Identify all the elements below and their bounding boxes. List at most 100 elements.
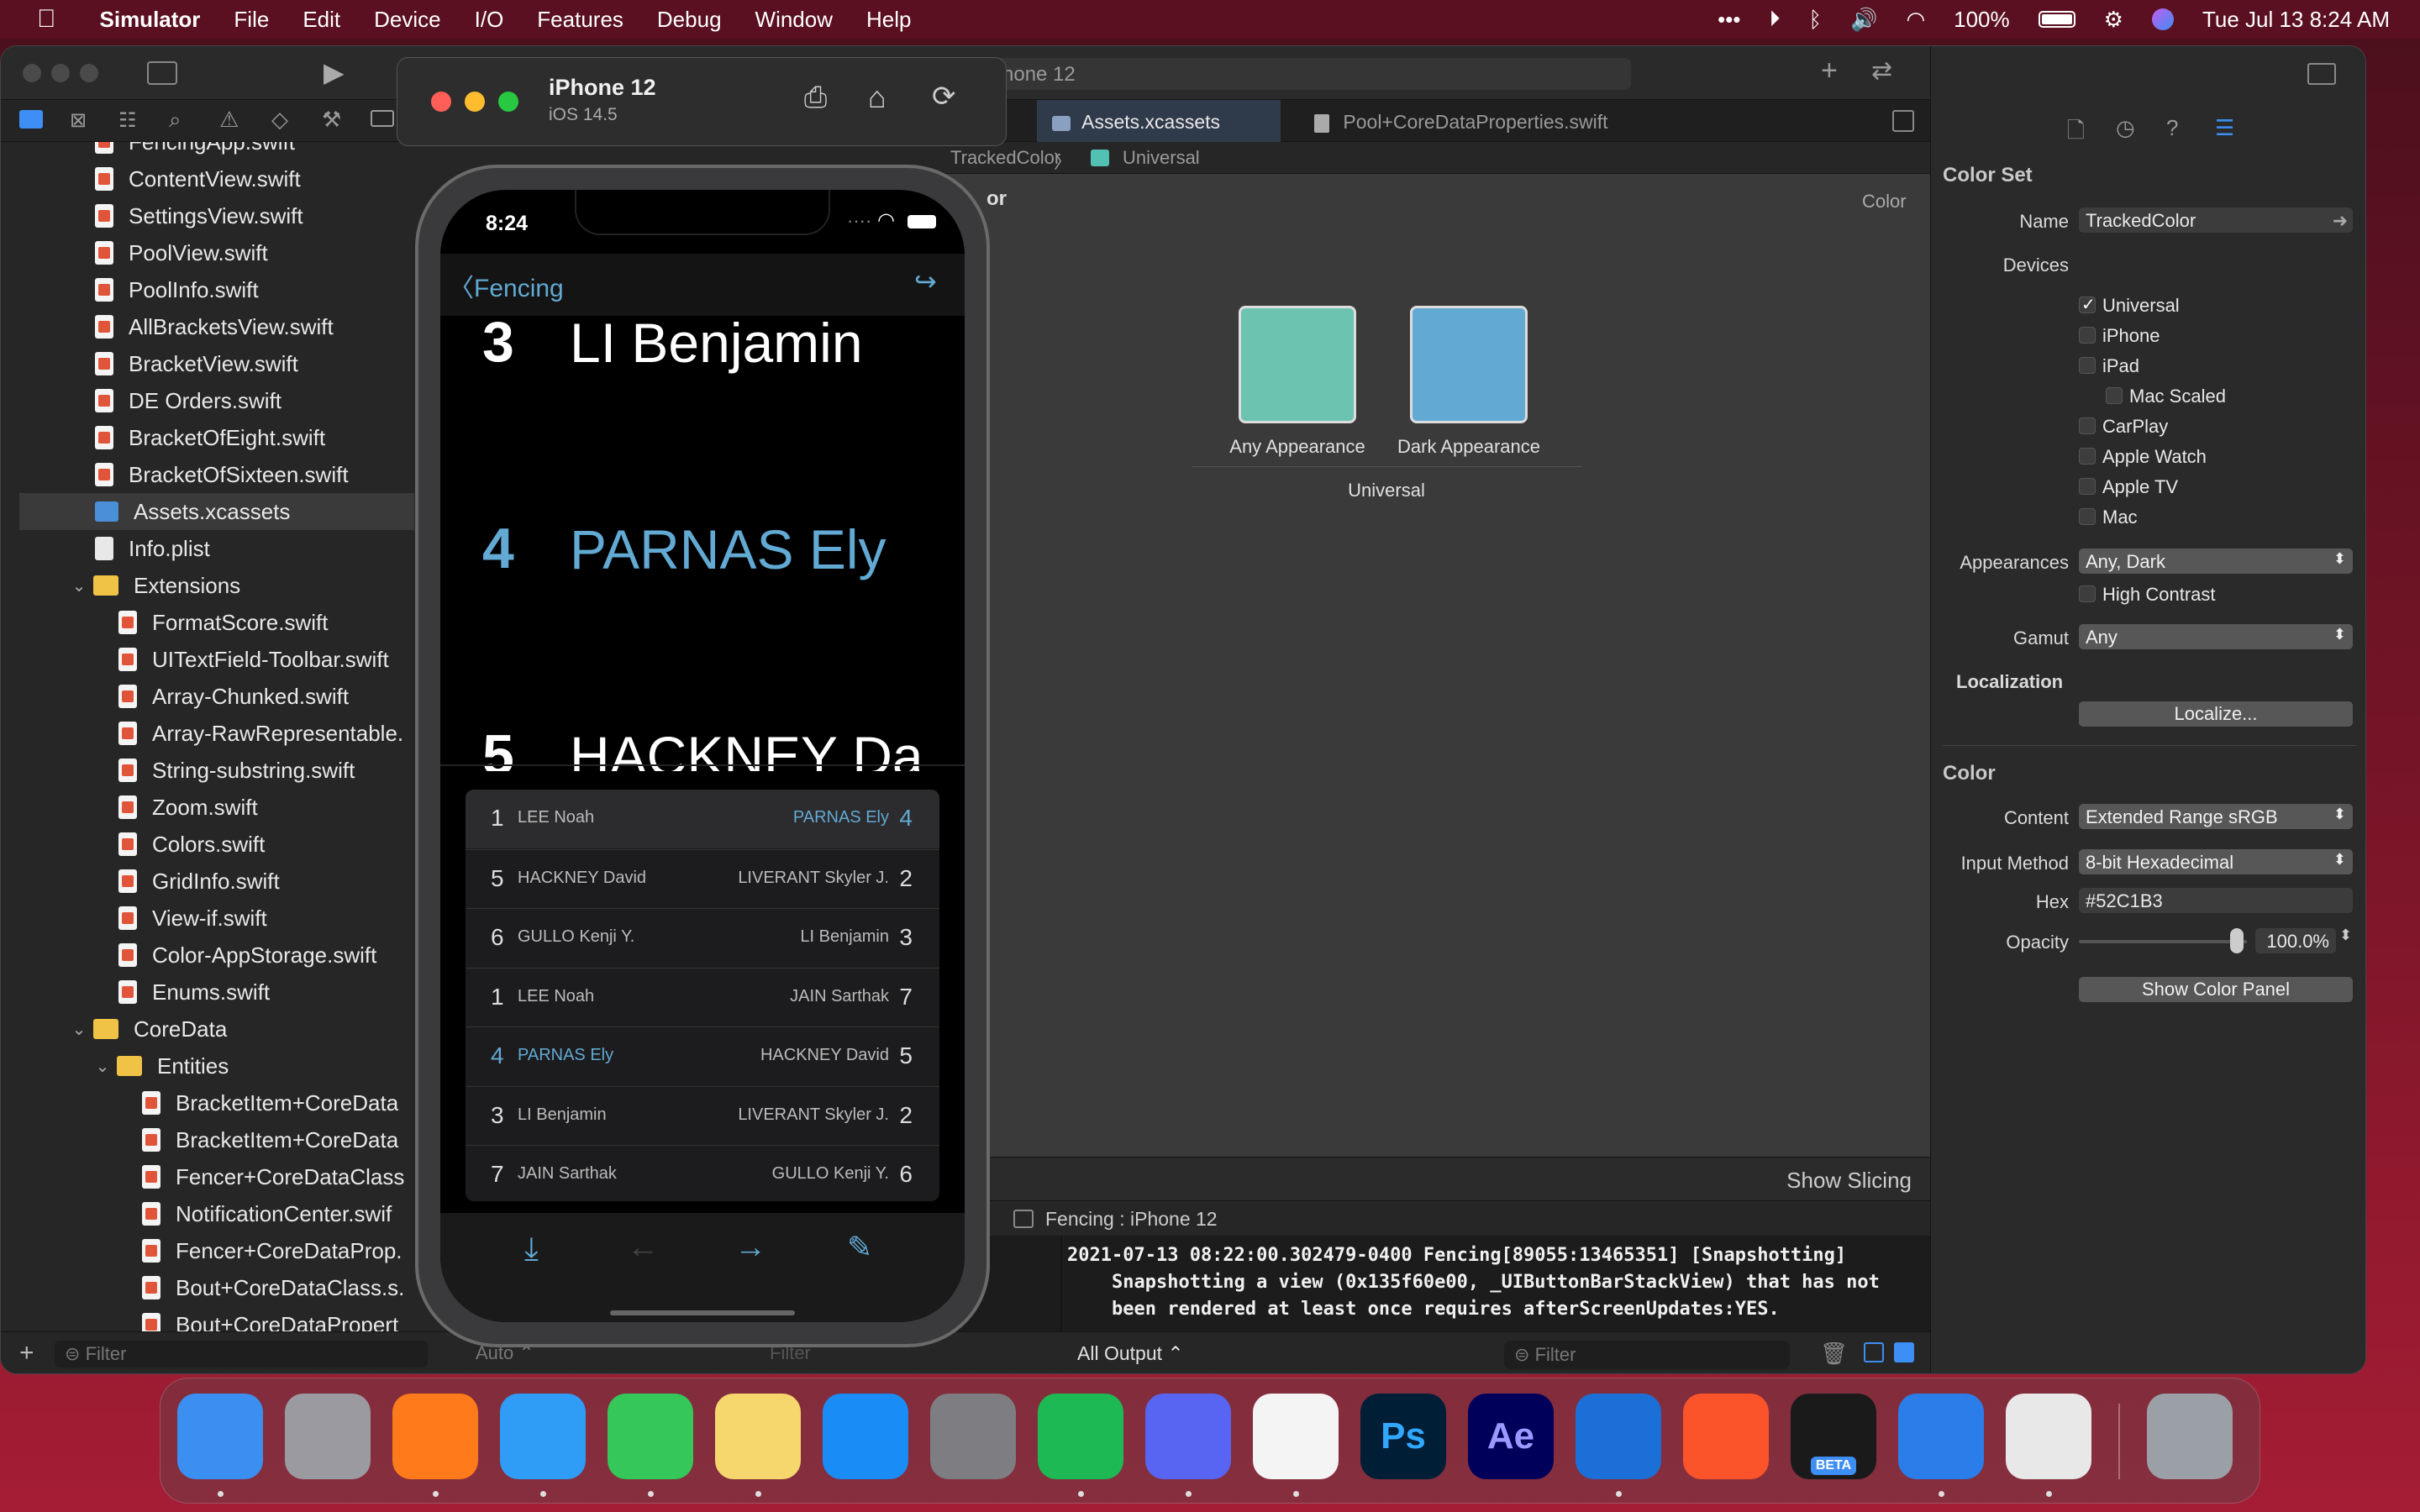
- photoshop-icon[interactable]: Ps: [1360, 1394, 1446, 1479]
- device-checkbox[interactable]: [2079, 417, 2096, 434]
- split-editor-icon[interactable]: [1892, 110, 1914, 132]
- menu-file[interactable]: File: [234, 7, 269, 33]
- file-item[interactable]: Array-RawRepresentable.: [1, 715, 459, 752]
- disclosure-icon[interactable]: ⌄: [71, 1019, 87, 1040]
- swatch-any-appearance[interactable]: [1239, 306, 1356, 423]
- folder-item[interactable]: ⌄ Entities: [1, 1047, 459, 1084]
- disclosure-icon[interactable]: ⌄: [95, 1056, 110, 1077]
- opacity-slider[interactable]: [2079, 940, 2247, 943]
- file-item[interactable]: FormatScore.swift: [1, 604, 459, 641]
- device-checkbox[interactable]: [2079, 357, 2096, 374]
- add-file-icon[interactable]: +: [19, 1339, 34, 1368]
- file-item[interactable]: ContentView.swift: [1, 160, 459, 197]
- close-button[interactable]: [431, 92, 451, 112]
- opacity-slider-thumb[interactable]: [2230, 928, 2244, 953]
- vscode-icon[interactable]: [1253, 1394, 1339, 1479]
- file-item[interactable]: BracketOfEight.swift: [1, 419, 459, 456]
- file-item[interactable]: SettingsView.swift: [1, 197, 459, 234]
- safari-icon[interactable]: [500, 1394, 586, 1479]
- picker-row[interactable]: 5 HACKNEY Da: [440, 706, 965, 771]
- file-item[interactable]: BracketItem+CoreData: [1, 1121, 459, 1158]
- disclosure-icon[interactable]: ⌄: [71, 575, 87, 596]
- bout-row[interactable]: 3 LI Benjamin LIVERANT Skyler J. 2: [466, 1085, 939, 1145]
- add-icon[interactable]: +: [1821, 55, 1838, 87]
- gamut-select[interactable]: Any ⬍: [2079, 624, 2353, 649]
- file-item[interactable]: Info.plist: [1, 530, 459, 567]
- device-checkbox[interactable]: [2079, 327, 2096, 344]
- app-menu[interactable]: Simulator: [100, 7, 201, 33]
- file-item[interactable]: Zoom.swift: [1, 789, 459, 826]
- discord-icon[interactable]: [1145, 1394, 1231, 1479]
- stepper-icon[interactable]: ⬍: [2339, 927, 2352, 944]
- play-circle-icon[interactable]: ⏵: [1769, 6, 1780, 33]
- output-selector[interactable]: All Output ⌃: [1077, 1342, 1184, 1365]
- fencer-picker[interactable]: 3 LI Benjamin 4 PARNAS Ely 5 HACKNEY Da: [440, 316, 965, 771]
- file-item[interactable]: Array-Chunked.swift: [1, 678, 459, 715]
- more-icon[interactable]: •••: [1718, 7, 1740, 33]
- back-button[interactable]: 〈Fencing: [449, 267, 564, 304]
- app-store-icon[interactable]: [823, 1394, 908, 1479]
- zoom-button[interactable]: [498, 92, 518, 112]
- menu-features[interactable]: Features: [537, 7, 623, 33]
- file-item[interactable]: UITextField-Toolbar.swift: [1, 641, 459, 678]
- menu-io[interactable]: I/O: [475, 7, 504, 33]
- xcode-icon[interactable]: [1576, 1394, 1661, 1479]
- siri-icon[interactable]: [2151, 8, 2174, 30]
- bout-row[interactable]: 1 LEE Noah PARNAS Ely 4: [466, 790, 939, 848]
- scheme-label[interactable]: hone 12: [1002, 63, 1076, 86]
- file-item[interactable]: GridInfo.swift: [1, 863, 459, 900]
- file-item[interactable]: FencingApp.swift: [1, 142, 459, 160]
- file-item[interactable]: AllBracketsView.swift: [1, 308, 459, 345]
- folder-item[interactable]: ⌄ CoreData: [1, 1011, 459, 1047]
- bluetooth-icon[interactable]: ᛒ: [1808, 7, 1822, 33]
- file-item[interactable]: View-if.swift: [1, 900, 459, 937]
- jumpbar-colorset[interactable]: TrackedColor: [950, 147, 1060, 169]
- spotify-icon[interactable]: [1038, 1394, 1123, 1479]
- arrow-circle-icon[interactable]: ➜: [2333, 210, 2348, 232]
- picker-row[interactable]: 3 LI Benjamin: [440, 316, 965, 385]
- finder-icon[interactable]: [177, 1394, 263, 1479]
- opacity-field[interactable]: 100.0%: [2255, 928, 2336, 953]
- debug-icon[interactable]: ⚒: [322, 107, 341, 133]
- clock[interactable]: Tue Jul 13 8:24 AM: [2202, 7, 2390, 33]
- show-color-panel-button[interactable]: Show Color Panel: [2079, 977, 2353, 1002]
- tab-pool-coredata[interactable]: Pool+CoreDataProperties.swift: [1299, 100, 1652, 142]
- arrow-right-icon[interactable]: →: [734, 1230, 766, 1266]
- hierarchy-icon[interactable]: ☷: [118, 108, 137, 133]
- arrow-left-icon[interactable]: ←: [627, 1230, 659, 1266]
- file-item[interactable]: PoolView.swift: [1, 234, 459, 271]
- hex-field[interactable]: #52C1B3: [2079, 888, 2353, 913]
- file-item[interactable]: DE Orders.swift: [1, 382, 459, 419]
- tab-assets[interactable]: Assets.xcassets: [1037, 100, 1281, 142]
- bout-row[interactable]: 5 HACKNEY David LIVERANT Skyler J. 2: [466, 848, 939, 908]
- minimize-button[interactable]: [51, 64, 70, 82]
- menu-help[interactable]: Help: [866, 7, 911, 33]
- wifi-icon[interactable]: ◠: [1906, 7, 1925, 33]
- picker-row[interactable]: 4 PARNAS Ely: [440, 499, 965, 591]
- close-button[interactable]: [23, 64, 41, 82]
- compose-icon[interactable]: ✎: [847, 1230, 872, 1265]
- apple-icon[interactable]: : [37, 5, 56, 34]
- find-icon[interactable]: ⌕: [169, 107, 182, 134]
- swap-icon[interactable]: ⇄: [1871, 56, 1892, 86]
- brave-icon[interactable]: [1683, 1394, 1769, 1479]
- file-item[interactable]: Color-AppStorage.swift: [1, 937, 459, 974]
- high-contrast-checkbox[interactable]: [2079, 585, 2096, 602]
- home-icon[interactable]: ⌂: [868, 80, 886, 115]
- trash-icon[interactable]: 🗑: [1820, 1341, 1848, 1367]
- menu-device[interactable]: Device: [374, 7, 440, 33]
- screenshot-icon[interactable]: ⎙: [804, 81, 827, 114]
- device-checkbox[interactable]: [2079, 508, 2096, 525]
- device-checkbox[interactable]: [2079, 448, 2096, 465]
- trash-icon[interactable]: [2147, 1394, 2233, 1479]
- menu-debug[interactable]: Debug: [657, 7, 722, 33]
- device-checkbox[interactable]: [2079, 478, 2096, 495]
- bout-row[interactable]: 7 JAIN Sarthak GULLO Kenji Y. 6: [466, 1145, 939, 1201]
- menu-window[interactable]: Window: [755, 7, 833, 33]
- control-center-icon[interactable]: ⚙: [2104, 7, 2123, 33]
- file-inspector-icon[interactable]: 🗋: [2067, 115, 2085, 152]
- test-icon[interactable]: ◇: [271, 107, 288, 133]
- preview-icon[interactable]: [2006, 1394, 2091, 1479]
- inspector-toggle-icon[interactable]: [2307, 63, 2336, 85]
- firefox-icon[interactable]: [392, 1394, 478, 1479]
